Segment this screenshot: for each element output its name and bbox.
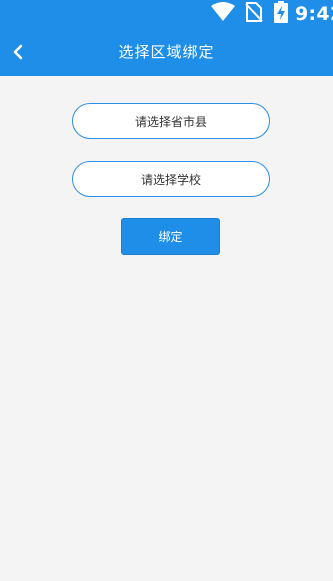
no-sim-icon	[245, 2, 274, 26]
region-select-label: 请选择省市县	[134, 114, 207, 129]
school-select[interactable]: 请选择学校	[72, 161, 270, 197]
school-select-label: 请选择学校	[140, 172, 201, 187]
region-select[interactable]: 请选择省市县	[72, 103, 270, 139]
battery-charging-icon	[274, 1, 295, 27]
app-bar: 选择区域绑定	[0, 28, 333, 76]
status-bar: 9:42	[0, 0, 333, 28]
status-time: 9:42	[295, 3, 333, 25]
wifi-icon	[210, 2, 245, 26]
page-title: 选择区域绑定	[118, 43, 215, 61]
bind-button-label: 绑定	[158, 230, 183, 244]
bind-button[interactable]: 绑定	[121, 218, 220, 255]
status-icons: 9:42	[210, 0, 333, 28]
